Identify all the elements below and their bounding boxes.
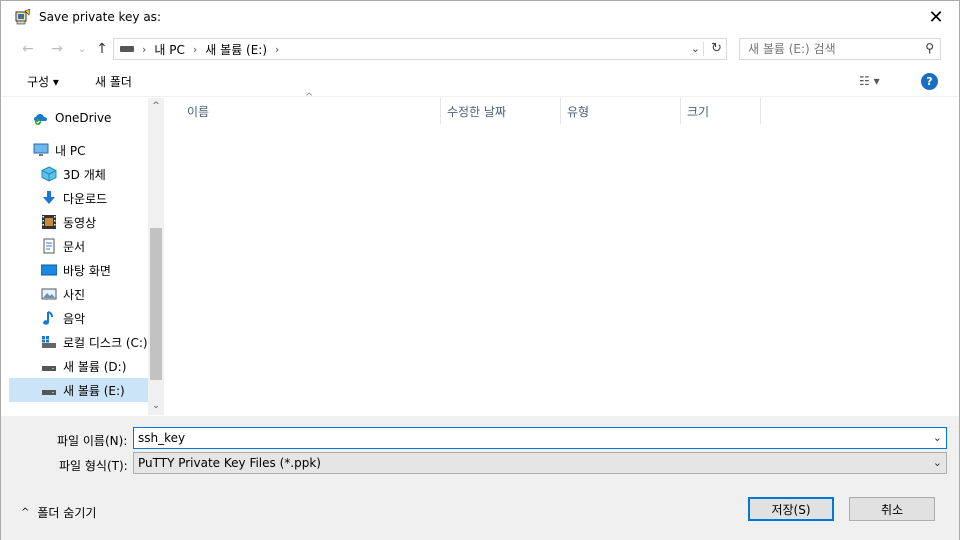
forward-arrow-icon: → bbox=[51, 41, 63, 57]
filename-label: 파일 이름(N): bbox=[57, 434, 128, 448]
column-header-size[interactable]: 크기 bbox=[681, 98, 761, 124]
sidebar-item-volume-e[interactable]: 새 볼륨 (E:) bbox=[9, 378, 148, 402]
filetype-label: 파일 형식(T): bbox=[59, 459, 128, 473]
putty-keygen-icon bbox=[15, 8, 31, 25]
sidebar-item-my-pc[interactable]: 내 PC bbox=[9, 138, 148, 162]
forward-button[interactable]: → bbox=[46, 37, 68, 61]
cancel-button[interactable]: 취소 bbox=[849, 497, 935, 521]
cancel-button-label: 취소 bbox=[880, 502, 904, 517]
sidebar-item-downloads[interactable]: 다운로드 bbox=[9, 186, 148, 210]
sidebar-item-label: 사진 bbox=[63, 287, 86, 302]
breadcrumb-my-pc[interactable]: 내 PC bbox=[154, 41, 184, 58]
breadcrumb-separator: › bbox=[275, 42, 280, 56]
onedrive-icon bbox=[33, 110, 49, 126]
desktop-icon bbox=[40, 262, 58, 278]
picture-icon bbox=[41, 286, 57, 302]
filename-field[interactable]: ⌄ bbox=[133, 427, 947, 449]
breadcrumb-separator: › bbox=[142, 42, 147, 56]
sidebar-item-label: 문서 bbox=[63, 239, 86, 254]
address-history-dropdown[interactable]: ⌄ bbox=[691, 42, 700, 55]
command-bar: 구성 ▾ 새 폴더 ☷ ▾ ? bbox=[1, 65, 959, 97]
sidebar-item-label: 동영상 bbox=[63, 215, 97, 230]
search-input[interactable] bbox=[740, 42, 910, 56]
scrollbar-thumb[interactable] bbox=[150, 228, 162, 380]
organize-button[interactable]: 구성 ▾ bbox=[27, 73, 59, 90]
view-options-button[interactable]: ☷ ▾ bbox=[859, 74, 880, 88]
download-icon bbox=[41, 190, 57, 206]
chevron-down-icon: ⌄ bbox=[77, 43, 87, 55]
navigation-pane: OneDrive 내 PC 3D 개체 다운로드 동영상 문서 바탕 화면 사진… bbox=[9, 98, 163, 415]
up-button[interactable]: ↑ bbox=[91, 37, 113, 61]
back-arrow-icon: ← bbox=[22, 41, 34, 57]
column-label: 유형 bbox=[567, 104, 590, 119]
sidebar-item-label: 새 볼륨 (E:) bbox=[63, 383, 125, 398]
sidebar-item-label: 바탕 화면 bbox=[63, 263, 111, 278]
chevron-down-icon[interactable]: ⌄ bbox=[933, 431, 942, 444]
sidebar-item-desktop[interactable]: 바탕 화면 bbox=[9, 258, 148, 282]
divider bbox=[703, 42, 704, 56]
sidebar-item-label: 내 PC bbox=[55, 143, 86, 158]
search-icon: ⚲ bbox=[925, 41, 934, 55]
sidebar-item-music[interactable]: 음악 bbox=[9, 306, 148, 330]
3d-objects-icon bbox=[41, 166, 57, 182]
scroll-down-icon[interactable]: ⌄ bbox=[148, 398, 164, 415]
recent-locations-button[interactable]: ⌄ bbox=[71, 37, 93, 61]
sidebar-item-label: 로컬 디스크 (C:) bbox=[63, 335, 148, 350]
sidebar-item-documents[interactable]: 문서 bbox=[9, 234, 148, 258]
breadcrumb-separator: › bbox=[192, 42, 198, 56]
file-list[interactable]: ^ 이름 수정한 날짜 유형 크기 bbox=[165, 92, 951, 415]
sidebar-item-onedrive[interactable]: OneDrive bbox=[9, 106, 148, 130]
drive-icon bbox=[41, 358, 57, 374]
chevron-down-icon: ⌄ bbox=[932, 456, 942, 469]
sidebar-item-volume-d[interactable]: 새 볼륨 (D:) bbox=[9, 354, 148, 378]
save-button-label: 저장(S) bbox=[771, 502, 811, 517]
navigation-pane-scrollbar[interactable]: ^ ⌄ bbox=[148, 98, 164, 415]
drive-icon bbox=[41, 382, 57, 398]
column-header-name[interactable]: 이름 bbox=[181, 98, 441, 124]
sidebar-item-label: 3D 개체 bbox=[63, 167, 106, 182]
title-bar: Save private key as: ✕ bbox=[1, 1, 959, 33]
save-dialog: Save private key as: ✕ ← → ⌄ ↑ › 내 PC › … bbox=[0, 0, 960, 540]
filename-input[interactable] bbox=[134, 431, 914, 445]
filetype-value: PuTTY Private Key Files (*.ppk) bbox=[138, 456, 321, 470]
new-folder-button[interactable]: 새 폴더 bbox=[95, 73, 132, 90]
column-label: 이름 bbox=[187, 104, 210, 119]
window-title: Save private key as: bbox=[39, 10, 161, 24]
hide-folders-label: 폴더 숨기기 bbox=[37, 506, 97, 520]
sidebar-item-label: 다운로드 bbox=[63, 191, 108, 206]
filetype-select[interactable]: PuTTY Private Key Files (*.ppk) ⌄ bbox=[133, 452, 947, 474]
save-options-panel: 파일 이름(N): ⌄ 파일 형식(T): PuTTY Private Key … bbox=[1, 416, 959, 540]
sidebar-item-label: 음악 bbox=[63, 311, 86, 326]
pc-icon bbox=[33, 142, 49, 158]
sidebar-item-3d-objects[interactable]: 3D 개체 bbox=[9, 162, 148, 186]
document-icon bbox=[41, 238, 57, 254]
scroll-up-icon[interactable]: ^ bbox=[148, 98, 164, 115]
search-box[interactable]: ⚲ bbox=[739, 38, 941, 60]
close-icon: ✕ bbox=[928, 6, 944, 28]
column-label: 크기 bbox=[687, 104, 710, 119]
address-bar[interactable]: › 내 PC › 새 볼륨 (E:) › ⌄ ↻ bbox=[113, 38, 727, 60]
column-header-date-modified[interactable]: 수정한 날짜 bbox=[441, 98, 561, 124]
close-button[interactable]: ✕ bbox=[913, 1, 959, 33]
drive-icon bbox=[120, 46, 134, 52]
save-button[interactable]: 저장(S) bbox=[748, 497, 834, 521]
sidebar-item-local-disk-c[interactable]: 로컬 디스크 (C:) bbox=[9, 330, 148, 354]
sidebar-item-videos[interactable]: 동영상 bbox=[9, 210, 148, 234]
back-button[interactable]: ← bbox=[17, 37, 39, 61]
sidebar-item-pictures[interactable]: 사진 bbox=[9, 282, 148, 306]
sidebar-item-label: OneDrive bbox=[55, 111, 112, 125]
hide-folders-toggle[interactable]: ^ 폴더 숨기기 bbox=[21, 504, 96, 521]
help-icon[interactable]: ? bbox=[921, 73, 938, 90]
local-disk-icon bbox=[41, 334, 57, 350]
refresh-icon[interactable]: ↻ bbox=[711, 41, 722, 56]
chevron-up-icon: ^ bbox=[21, 507, 30, 518]
sidebar-item-label: 새 볼륨 (D:) bbox=[63, 359, 127, 374]
up-arrow-icon: ↑ bbox=[96, 41, 108, 57]
breadcrumb-volume-e[interactable]: 새 볼륨 (E:) bbox=[205, 41, 267, 58]
video-icon bbox=[41, 214, 57, 230]
column-label: 수정한 날짜 bbox=[447, 104, 507, 119]
navigation-bar: ← → ⌄ ↑ › 내 PC › 새 볼륨 (E:) › ⌄ ↻ ⚲ bbox=[1, 37, 959, 61]
music-icon bbox=[41, 310, 57, 326]
column-header-type[interactable]: 유형 bbox=[561, 98, 681, 124]
